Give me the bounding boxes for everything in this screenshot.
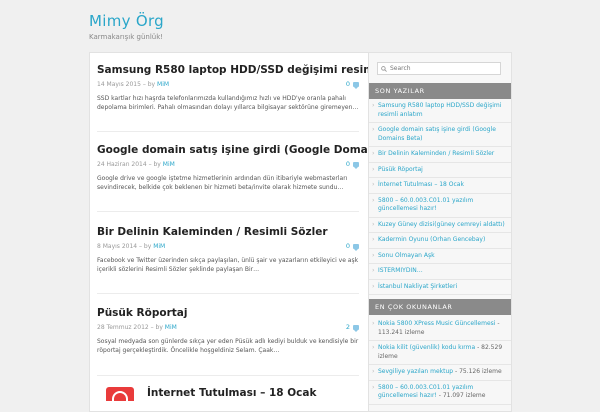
comment-count[interactable]: 0 [345, 242, 359, 251]
post-date: 8 Mayıs 2014 [97, 243, 138, 250]
post-author[interactable]: MiM [163, 161, 175, 168]
post-excerpt: Google drive ve google iştetme hizmetler… [97, 175, 348, 191]
popular-post-views: - 71.097 izleme [436, 392, 486, 399]
comment-count[interactable]: 0 [345, 80, 359, 89]
post: Püsük Röportaj 28 Temmuz 2012 – by MiM 2… [97, 307, 359, 355]
site-description: Karmakarışık günlük! [89, 33, 164, 41]
post-excerpt: Facebook ve Twitter üzerinden sıkça payl… [97, 257, 359, 273]
post-meta: 28 Temmuz 2012 – by MiM 2 [97, 323, 359, 332]
post-meta: 8 Mayıs 2014 – by MiM 0 [97, 242, 359, 251]
popular-post-link[interactable]: Nokia 5800 XPress Music Güncellemesi [378, 320, 495, 327]
search-box[interactable] [377, 62, 501, 75]
comment-count[interactable]: 2 [345, 323, 359, 332]
comment-icon [353, 161, 359, 169]
post-date: 14 Mayıs 2015 [97, 81, 141, 88]
post-thumbnail[interactable] [106, 387, 134, 401]
post-divider [97, 211, 359, 212]
post-date: 28 Temmuz 2012 [97, 324, 149, 331]
post: Bir Delinin Kaleminden / Resimli Sözler … [97, 226, 359, 274]
post: İnternet Tutulması – 18 Ocak [147, 387, 359, 400]
post-excerpt: Sosyal medyada son günlerde sıkça yer ed… [97, 338, 359, 354]
recent-post-link[interactable]: Samsung R580 laptop HDD/SSD değişimi res… [369, 99, 511, 123]
recent-post-link[interactable]: İstanbul Nakliyat Şirketleri [369, 280, 511, 295]
post-list: Samsung R580 laptop HDD/SSD değişimi res… [90, 53, 430, 411]
comment-count-value: 0 [345, 160, 350, 168]
post-title[interactable]: Püsük Röportaj [97, 307, 359, 320]
post-divider [97, 293, 359, 294]
post-meta: 14 Mayıs 2015 – by MiM 0 [97, 80, 359, 89]
site-header: Mimy Örg Karmakarışık günlük! [89, 12, 164, 41]
post-title[interactable]: Google domain satış işine girdi (Google … [97, 144, 421, 157]
recent-post-link[interactable]: Kadermin Oyunu (Orhan Gencebay) [369, 233, 511, 249]
popular-posts-list: Nokia 5800 XPress Music Güncellemesi - 1… [369, 317, 511, 405]
popular-post-item: Nokia kilit (güvenlik) kodu kırma - 82.5… [369, 341, 511, 365]
recent-post-link[interactable]: ISTERMIYDIN… [369, 264, 511, 280]
post-author[interactable]: MiM [165, 324, 177, 331]
post: Samsung R580 laptop HDD/SSD değişimi res… [97, 64, 430, 112]
recent-post-link[interactable]: Sonu Olmayan Aşk [369, 249, 511, 264]
comment-icon [353, 243, 359, 251]
post: Google domain satış işine girdi (Google … [97, 144, 421, 192]
post-title[interactable]: İnternet Tutulması – 18 Ocak [147, 387, 359, 400]
post-title[interactable]: Samsung R580 laptop HDD/SSD değişimi res… [97, 64, 430, 77]
comment-count-value: 0 [345, 242, 350, 250]
post-meta: 24 Haziran 2014 – by MiM 0 [97, 160, 359, 169]
popular-post-item: Nokia 5800 XPress Music Güncellemesi - 1… [369, 317, 511, 341]
popular-post-link[interactable]: Sevgiliye yazılan mektup [378, 368, 453, 375]
recent-post-link[interactable]: Bir Delinin Kaleminden / Resimli Sözler [369, 147, 511, 163]
recent-posts-list: Samsung R580 laptop HDD/SSD değişimi res… [369, 99, 511, 295]
comment-count[interactable]: 0 [345, 160, 359, 169]
site-title[interactable]: Mimy Örg [89, 12, 164, 30]
sidebar: SON YAZILAR Samsung R580 laptop HDD/SSD … [368, 53, 511, 411]
popular-post-item: Sevgiliye yazılan mektup - 75.126 izleme [369, 365, 511, 381]
search-input[interactable] [387, 65, 495, 72]
comment-count-value: 2 [345, 323, 350, 331]
popular-post-link[interactable]: Nokia kilit (güvenlik) kodu kırma [378, 344, 475, 351]
recent-post-link[interactable]: İnternet Tutulması – 18 Ocak [369, 178, 511, 194]
post-author[interactable]: MiM [157, 81, 169, 88]
post-date: 24 Haziran 2014 [97, 161, 147, 168]
post-by: – by [146, 161, 163, 168]
content-wrapper: Samsung R580 laptop HDD/SSD değişimi res… [89, 52, 512, 412]
recent-post-link[interactable]: Püsük Röportaj [369, 163, 511, 178]
comment-icon [353, 81, 359, 89]
post-title[interactable]: Bir Delinin Kaleminden / Resimli Sözler [97, 226, 359, 239]
post-divider [97, 375, 359, 376]
popular-post-views: - 75.126 izleme [453, 368, 502, 375]
post-divider [97, 131, 359, 132]
recent-posts-title: SON YAZILAR [369, 83, 511, 99]
recent-post-link[interactable]: Kuzey Güney dizisi(güney cemreyi aldattı… [369, 218, 511, 233]
post-excerpt: SSD kartlar hızı haşrda telefonlarımızda… [97, 95, 359, 111]
post-by: – by [148, 324, 165, 331]
comment-icon [353, 324, 359, 332]
popular-posts-title: EN ÇOK OKUNANLAR [369, 299, 511, 315]
recent-post-link[interactable]: Google domain satış işine girdi (Google … [369, 123, 511, 147]
post-by: – by [140, 81, 158, 88]
comment-count-value: 0 [345, 80, 350, 88]
post-by: – by [137, 243, 154, 250]
popular-post-item: 5800 – 60.0.003.C01.01 yazılım güncellem… [369, 381, 511, 405]
post-author[interactable]: MiM [153, 243, 165, 250]
recent-post-link[interactable]: 5800 – 60.0.003.C01.01 yazılım güncellem… [369, 194, 511, 218]
